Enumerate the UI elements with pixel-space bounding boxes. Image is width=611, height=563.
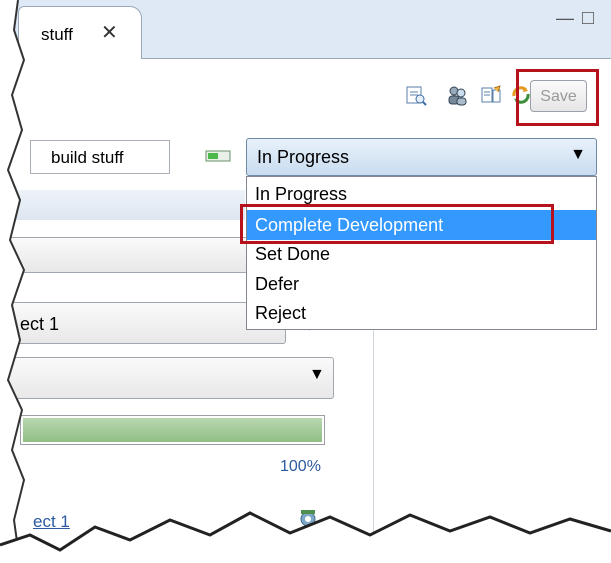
edit-icon[interactable]: [480, 84, 502, 106]
torn-left-edge: [0, 0, 26, 563]
maximize-icon[interactable]: □: [582, 7, 594, 30]
state-option-defer[interactable]: Defer: [247, 269, 596, 299]
query-icon[interactable]: [405, 84, 427, 106]
state-option-reject[interactable]: Reject: [247, 298, 596, 328]
state-selected-value: In Progress: [257, 147, 350, 167]
people-icon[interactable]: [446, 84, 468, 106]
tab-strip: stuff ✕ — □: [0, 0, 611, 59]
save-button[interactable]: Save: [530, 80, 587, 112]
chevron-down-icon[interactable]: ▼: [309, 366, 325, 384]
progress-bar: [20, 415, 325, 445]
state-dropdown-list: In Progress Complete Development Set Don…: [246, 176, 597, 330]
chevron-down-icon[interactable]: ▼: [570, 146, 586, 164]
tab-label: stuff: [41, 25, 73, 44]
state-indicator-icon: [205, 150, 231, 162]
state-select[interactable]: In Progress ▼: [246, 138, 597, 176]
progress-label: 100%: [280, 458, 321, 475]
progress-fill: [23, 418, 322, 442]
editor-window: stuff ✕ — □ Save ect 1 → ▼ 100% ect 1: [0, 0, 611, 563]
torn-bottom-edge: [0, 511, 611, 563]
name-field[interactable]: build stuff: [30, 140, 170, 174]
section-header: [0, 190, 245, 220]
combo-field[interactable]: [0, 357, 334, 399]
option-highlight: [240, 204, 554, 244]
tab-stuff[interactable]: stuff ✕: [18, 6, 142, 59]
minimize-icon[interactable]: —: [556, 8, 574, 29]
close-icon[interactable]: ✕: [101, 20, 118, 45]
